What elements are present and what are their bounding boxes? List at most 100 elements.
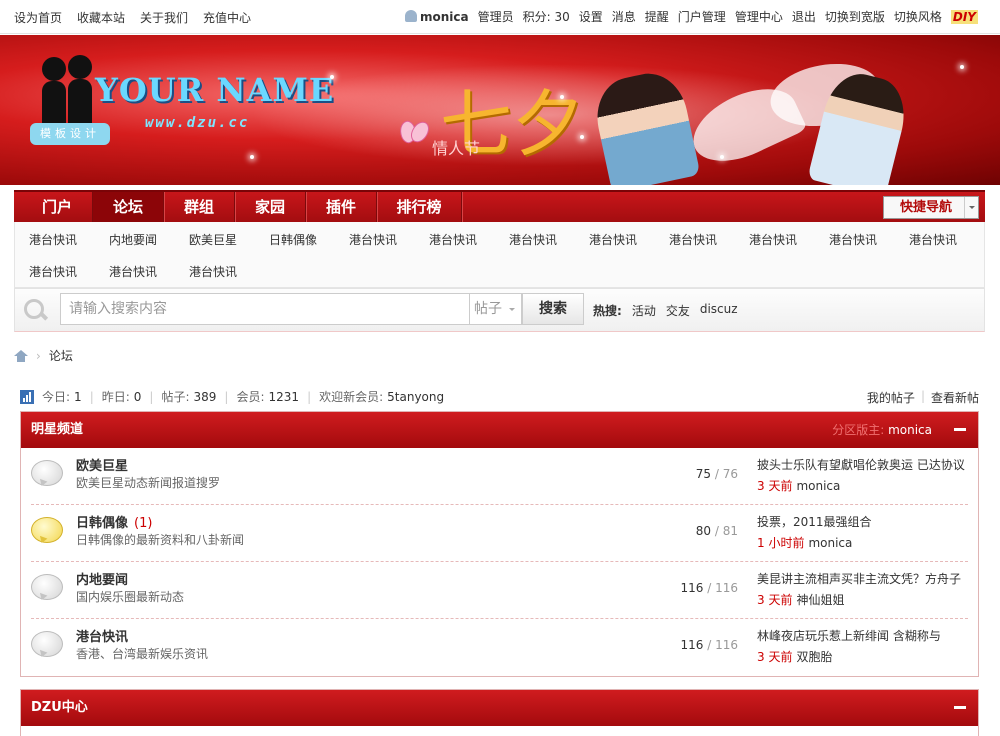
last-post-author[interactable]: monica [796,479,840,493]
messages-link[interactable]: 消息 [612,8,636,25]
subnav-item[interactable]: 港台快讯 [589,231,637,248]
subnav-item[interactable]: 港台快讯 [509,231,557,248]
search-input[interactable] [60,293,470,325]
forum-name[interactable]: 欧美巨星 [76,455,128,474]
set-homepage-link[interactable]: 设为首页 [14,9,62,26]
subnav-item[interactable]: 港台快讯 [189,263,237,280]
notifications-link[interactable]: 提醒 [645,8,669,25]
last-post-author[interactable]: 神仙姐姐 [796,593,844,607]
couple-silhouette-logo [38,55,98,130]
nav-plugins[interactable]: 插件 [306,192,377,222]
last-post: 投票，2011最强组合 1 小时前 monica [757,513,967,551]
last-post-author[interactable]: monica [808,536,852,550]
portal-admin-link[interactable]: 门户管理 [678,8,726,25]
last-post-title[interactable]: 投票，2011最强组合 [757,513,967,530]
subnav-item[interactable]: 港台快讯 [109,263,157,280]
forum-description: 国内娱乐圈最新动态 [76,590,185,604]
moderator-link[interactable]: monica [888,423,932,437]
logout-link[interactable]: 退出 [792,8,816,25]
username-link[interactable]: monica [420,10,469,24]
stats-posts: 389 [193,389,217,404]
banner-subtitle: 情人节 [432,139,481,158]
subnav-item[interactable]: 港台快讯 [749,231,797,248]
view-new-posts-link[interactable]: 查看新帖 [931,389,979,406]
recharge-link[interactable]: 充值中心 [203,9,251,26]
subnav-item[interactable]: 港台快讯 [429,231,477,248]
last-post-time: 3 天前 [757,479,793,493]
wide-layout-link[interactable]: 切换到宽版 [825,8,885,25]
search-button[interactable]: 搜索 [522,293,584,325]
bar-chart-icon [20,389,34,404]
search-type-select[interactable]: 帖子 [470,293,522,325]
forum-name[interactable]: 内地要闻 [76,569,128,588]
hot-search-item[interactable]: 交友 [666,302,690,319]
switch-style-link[interactable]: 切换风格 [894,8,942,25]
logo-badge: 模板设计 [30,123,110,145]
hot-search-label: 热搜: [593,304,622,318]
about-us-link[interactable]: 关于我们 [140,9,188,26]
forum-bubble-icon [31,631,63,657]
my-posts-link[interactable]: 我的帖子 [867,389,915,406]
forum-stats: 今日: 1 | 昨日: 0 | 帖子: 389 | 会员: 1231 | 欢迎新会员: 5… [20,388,444,405]
admin-center-link[interactable]: 管理中心 [735,8,783,25]
subnav-item[interactable]: 港台快讯 [29,263,77,280]
forum-post-count: 116 / 116 [680,638,739,652]
forum-description: 欧美巨星动态新闻报道搜罗 [76,476,221,490]
forum-name[interactable]: 日韩偶像 (1) [76,512,152,531]
search-bar: 帖子 搜索 热搜: 活动 交友 discuz [14,288,985,332]
category-block: 明星频道 分区版主: monica 欧美巨星 欧美巨星动态新闻报道搜罗 75 /… [20,411,979,677]
forum-bubble-icon [31,460,63,486]
collapse-icon[interactable] [954,428,966,431]
subnav-item[interactable]: 港台快讯 [29,231,77,248]
category-block: DZU中心 [20,689,979,736]
top-right-links: monica 管理员 积分: 30 设置 消息 提醒 门户管理 管理中心 退出 … [404,8,978,25]
user-icon [404,9,417,22]
forum-row: 港台快讯 香港、台湾最新娱乐资讯 116 / 116 林峰夜店玩乐惹上新绯闻 含… [31,619,968,676]
hot-search-item[interactable]: 活动 [632,302,656,319]
last-post: 披头士乐队有望獻唱伦敦奥运 已达协议 3 天前 monica [757,456,967,494]
settings-link[interactable]: 设置 [579,8,603,25]
role-link[interactable]: 管理员 [478,8,514,25]
home-icon[interactable] [14,349,28,362]
nav-home[interactable]: 家园 [235,192,306,222]
newest-member-link[interactable]: 5tanyong [387,390,444,404]
breadcrumb-current[interactable]: 论坛 [49,347,73,364]
subnav-item[interactable]: 日韩偶像 [269,231,317,248]
search-icon [24,299,46,321]
last-post-time: 1 小时前 [757,536,805,550]
forum-post-count: 80 / 81 [695,524,738,538]
site-logo[interactable]: YOUR NAME [95,71,334,109]
logo-url: www.dzu.cc [145,115,250,131]
forum-post-count: 75 / 76 [695,467,738,481]
forum-name[interactable]: 港台快讯 [76,626,128,645]
quick-nav-button[interactable]: 快捷导航 [883,196,979,219]
forum-bubble-icon [31,574,63,600]
chevron-right-icon: › [36,348,41,363]
collapse-icon[interactable] [954,706,966,709]
subnav-item[interactable]: 欧美巨星 [189,231,237,248]
credits-link[interactable]: 积分: 30 [523,8,570,25]
category-title[interactable]: DZU中心 [31,700,88,715]
nav-groups[interactable]: 群组 [164,192,235,222]
category-title[interactable]: 明星频道 [31,422,83,437]
hot-search-item[interactable]: discuz [700,302,738,319]
nav-rankings[interactable]: 排行榜 [377,192,462,222]
last-post-title[interactable]: 美昆讲主流相声买非主流文凭？方舟子 [757,570,967,587]
last-post-title[interactable]: 披头士乐队有望獻唱伦敦奥运 已达协议 [757,456,967,473]
last-post: 美昆讲主流相声买非主流文凭？方舟子 3 天前 神仙姐姐 [757,570,967,608]
last-post-author[interactable]: 双胞胎 [796,650,832,664]
subnav-item[interactable]: 港台快讯 [669,231,717,248]
top-left-links: 设为首页 收藏本站 关于我们 充值中心 [14,9,251,26]
nav-forum[interactable]: 论坛 [93,192,164,222]
diy-button[interactable]: DIY [950,9,978,24]
nav-portal[interactable]: 门户 [22,192,93,222]
last-post-title[interactable]: 林峰夜店玩乐惹上新绯闻 含糊称与 [757,627,967,644]
subnav-item[interactable]: 港台快讯 [829,231,877,248]
sub-nav: 港台快讯 内地要闻 欧美巨星 日韩偶像 港台快讯 港台快讯 港台快讯 港台快讯 … [14,222,985,288]
top-bar: 设为首页 收藏本站 关于我们 充值中心 monica 管理员 积分: 30 设置… [0,0,1000,34]
subnav-item[interactable]: 港台快讯 [909,231,957,248]
bookmark-link[interactable]: 收藏本站 [77,9,125,26]
subnav-item[interactable]: 港台快讯 [349,231,397,248]
forum-description: 日韩偶像的最新资料和八卦新闻 [76,533,245,547]
subnav-item[interactable]: 内地要闻 [109,231,157,248]
